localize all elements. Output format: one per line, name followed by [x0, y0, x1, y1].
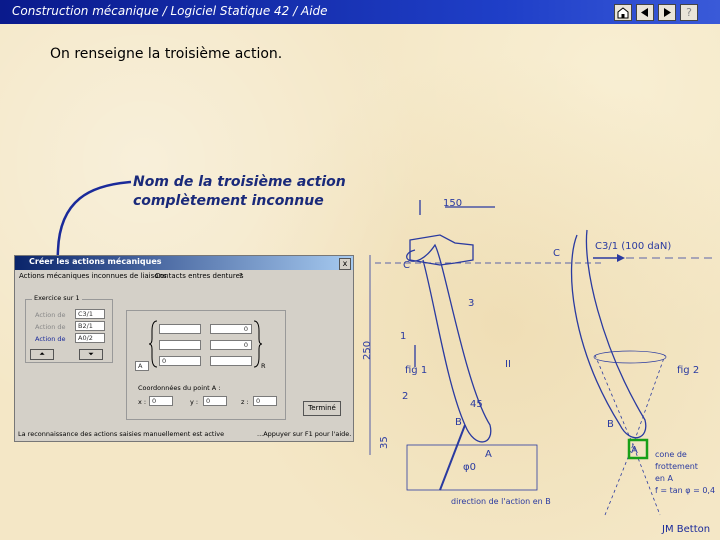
action-label-2: Action de — [35, 323, 66, 331]
label-2: 2 — [402, 391, 408, 402]
scroll-down-button[interactable]: ⏷ — [79, 349, 103, 360]
label-b-fig2: B — [607, 419, 614, 430]
torsor-field-3[interactable] — [159, 340, 201, 350]
dialog-title: Créer les actions mécaniques — [29, 257, 162, 266]
phi0-label: φ0 — [463, 462, 476, 473]
menu-help[interactable]: ? — [239, 272, 243, 280]
coord-z-field[interactable]: 0 — [253, 396, 277, 406]
cone-text-3: en A — [655, 474, 674, 483]
scroll-up-button[interactable]: ⏶ — [30, 349, 54, 360]
label-c-fig2: C — [553, 248, 560, 259]
status-right: ...Appuyer sur F1 pour l'aide. — [257, 430, 352, 438]
torsor-r-label: R — [261, 362, 266, 370]
torsor-field-6[interactable] — [210, 356, 252, 366]
cone-text-2: frottement — [655, 462, 698, 471]
coord-y-label: y : — [190, 398, 199, 406]
fig2-label: fig 2 — [677, 365, 699, 376]
coords-title: Coordonnées du point A : — [138, 384, 221, 392]
label-a-fig1: A — [485, 449, 492, 460]
status-left: La reconnaissance des actions saisies ma… — [18, 430, 225, 438]
coord-x-field[interactable]: 0 — [149, 396, 173, 406]
direction-label: direction de l'action en B — [451, 497, 551, 506]
exercise-group-label: Exercice sur 1 — [32, 294, 82, 302]
action-field-2[interactable]: B2/1 — [75, 321, 105, 331]
coord-y-field[interactable]: 0 — [203, 396, 227, 406]
torsor-field-1[interactable] — [159, 324, 201, 334]
cone-text-1: cone de — [655, 450, 687, 459]
dialog-titlebar: Créer les actions mécaniques x — [15, 256, 353, 270]
point-name-field[interactable]: A — [135, 361, 149, 371]
action-label-3: Action de — [35, 335, 66, 343]
force-label: C3/1 (100 daN) — [595, 241, 671, 252]
dim-45: 45 — [470, 399, 483, 410]
torsor-field-5[interactable]: 0 — [159, 356, 201, 366]
dim-35: 35 — [379, 436, 390, 449]
label-1: 1 — [400, 331, 406, 342]
label-c-fig1: C — [403, 260, 410, 271]
label-a-fig2: A — [631, 445, 638, 456]
author-credit: JM Betton — [662, 524, 711, 535]
dim-150: 150 — [443, 198, 462, 209]
menu-liaisons[interactable]: Actions mécaniques inconnues de liaisons — [19, 272, 167, 280]
label-3: 3 — [468, 298, 474, 309]
fig1-label: fig 1 — [405, 365, 427, 376]
action-field-3[interactable]: A0/2 — [75, 333, 105, 343]
torsor-field-2[interactable]: 0 — [210, 324, 252, 334]
mechanical-drawing: 150 C C C3/1 (100 daN) 3 1 250 fig 1 II … — [362, 198, 715, 516]
label-b-fig1: B — [455, 417, 462, 428]
coord-z-label: z : — [241, 398, 249, 406]
friction-label: f = tan φ = 0,4 — [655, 486, 715, 495]
create-actions-dialog: Créer les actions mécaniques x Actions m… — [14, 255, 354, 442]
action-label-1: Action de — [35, 311, 66, 319]
dialog-close-button[interactable]: x — [339, 258, 351, 270]
torsor-field-4[interactable]: 0 — [210, 340, 252, 350]
menu-dentures[interactable]: Contacts entres dentures — [155, 272, 244, 280]
coord-x-label: x : — [138, 398, 147, 406]
done-button[interactable]: Terminé — [303, 401, 341, 416]
dim-250: 250 — [362, 341, 373, 360]
label-ii: II — [505, 359, 511, 370]
action-field-1[interactable]: C3/1 — [75, 309, 105, 319]
torsor-left-brace — [149, 320, 158, 368]
